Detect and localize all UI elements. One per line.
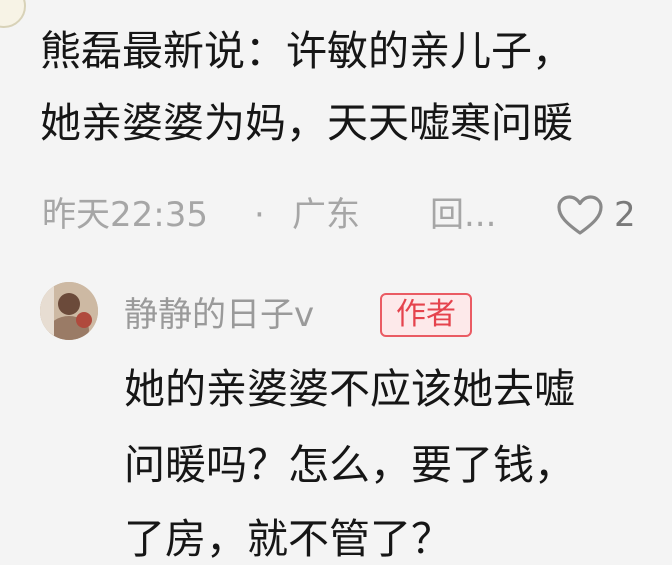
reply-text-line-3: 了房，就不管了？ [124,515,452,563]
commenter-avatar[interactable] [0,0,26,28]
comment-text-line-1: 熊磊最新说：许敏的亲儿子， [40,27,573,75]
reply-text-line-2: 问暖吗？怎么，要了钱， [124,441,575,489]
reply-avatar[interactable] [40,282,98,340]
comment-text-line-2: 她亲婆婆为妈，天天嘘寒问暖 [40,99,573,147]
like-count: 2 [614,195,636,235]
reply-button[interactable]: 回... [430,190,496,240]
comment-timestamp: 昨天22:35 [42,195,208,235]
heart-outline-icon[interactable] [556,194,604,236]
comment-location: 广东 [292,195,360,235]
author-badge: 作者 [380,293,472,337]
meta-separator: · [254,195,265,235]
avatar-image [40,282,98,340]
reply-username[interactable]: 静静的日子v [124,292,314,338]
reply-text-line-1: 她的亲婆婆不应该她去嘘 [124,365,575,413]
